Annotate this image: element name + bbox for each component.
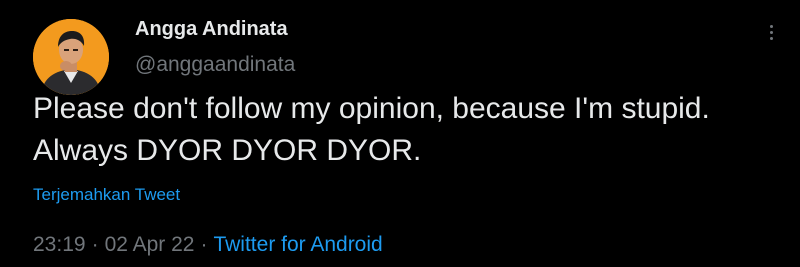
tweet-meta: 23:19 · 02 Apr 22 · Twitter for Android bbox=[33, 233, 383, 257]
more-vertical-icon bbox=[770, 25, 773, 28]
tweet-time[interactable]: 23:19 bbox=[33, 233, 86, 256]
tweet: Angga Andinata @anggaandinata Please don… bbox=[0, 0, 800, 267]
tweet-text: Please don't follow my opinion, because … bbox=[33, 92, 710, 167]
meta-separator: · bbox=[200, 233, 208, 256]
author-handle[interactable]: @anggaandinata bbox=[135, 53, 295, 77]
meta-separator: · bbox=[91, 233, 99, 256]
more-options-button[interactable] bbox=[764, 20, 780, 46]
tweet-source-link[interactable]: Twitter for Android bbox=[213, 233, 382, 256]
translate-tweet-link[interactable]: Terjemahkan Tweet bbox=[33, 185, 180, 205]
tweet-date[interactable]: 02 Apr 22 bbox=[105, 233, 195, 256]
user-avatar-icon bbox=[33, 19, 109, 95]
author-display-name[interactable]: Angga Andinata bbox=[135, 18, 288, 41]
avatar[interactable] bbox=[33, 19, 109, 95]
